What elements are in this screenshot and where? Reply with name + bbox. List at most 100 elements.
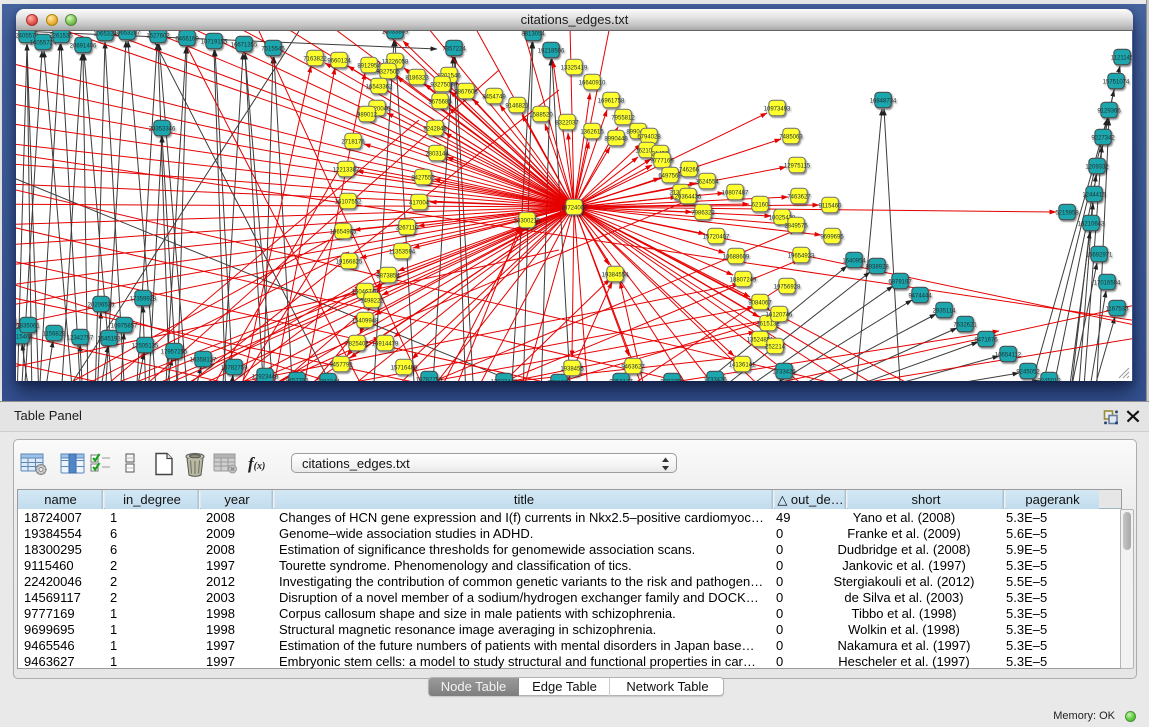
svg-text:20364436: 20364436: [675, 194, 702, 200]
svg-text:7825402: 7825402: [345, 341, 369, 347]
svg-text:1640954: 1640954: [842, 258, 866, 264]
svg-text:17016504: 17016504: [1094, 280, 1121, 286]
svg-text:1527602: 1527602: [146, 33, 170, 39]
svg-text:12505135: 12505135: [132, 343, 159, 349]
svg-text:9115460: 9115460: [819, 203, 843, 209]
svg-text:10782759: 10782759: [416, 377, 443, 381]
svg-text:1835061: 1835061: [16, 323, 40, 329]
svg-text:2849575: 2849575: [784, 223, 808, 229]
svg-text:14136141: 14136141: [729, 362, 756, 368]
svg-text:15716485: 15716485: [391, 365, 418, 371]
svg-text:2935114: 2935114: [933, 308, 957, 314]
svg-text:10654112: 10654112: [995, 352, 1022, 358]
svg-text:12213382: 12213382: [333, 167, 360, 173]
svg-text:23300215: 23300215: [514, 218, 541, 224]
svg-text:10782759: 10782759: [221, 365, 248, 371]
svg-text:7731234: 7731234: [547, 380, 571, 381]
svg-text:19166825: 19166825: [336, 259, 363, 265]
svg-text:8471676: 8471676: [974, 337, 998, 343]
svg-text:8938928: 8938928: [865, 264, 889, 270]
svg-text:3675685: 3675685: [428, 99, 452, 105]
svg-text:1156829: 1156829: [43, 331, 67, 337]
svg-text:19384554: 19384554: [602, 272, 629, 278]
svg-text:19654923: 19654923: [788, 253, 815, 259]
svg-text:11353594: 11353594: [389, 249, 416, 255]
svg-text:20206535: 20206535: [88, 302, 115, 308]
svg-text:9084067: 9084067: [748, 300, 772, 306]
svg-text:7163822: 7163822: [303, 56, 327, 62]
svg-text:19756928: 19756928: [774, 284, 801, 290]
svg-text:16914479: 16914479: [372, 341, 399, 347]
svg-text:62160: 62160: [752, 202, 769, 208]
svg-text:10358127: 10358127: [190, 357, 217, 363]
svg-text:1167533: 1167533: [1106, 306, 1130, 312]
svg-text:16848734: 16848734: [870, 98, 897, 104]
svg-text:15692971: 15692971: [1086, 252, 1113, 258]
svg-text:8186323: 8186323: [405, 75, 429, 81]
svg-text:6794028: 6794028: [637, 134, 661, 140]
svg-text:19654985: 19654985: [330, 229, 357, 235]
svg-text:2867608: 2867608: [454, 89, 478, 95]
svg-text:3624554: 3624554: [695, 179, 719, 185]
svg-text:16671355: 16671355: [231, 42, 258, 48]
svg-text:9146821: 9146821: [505, 103, 529, 109]
svg-text:7463627: 7463627: [787, 194, 811, 200]
svg-text:10719155: 10719155: [201, 39, 228, 45]
svg-text:7515545: 7515545: [261, 46, 285, 52]
svg-text:2261535: 2261535: [49, 33, 73, 39]
svg-text:15409948: 15409948: [352, 318, 379, 324]
svg-text:3915468: 3915468: [16, 334, 33, 340]
svg-text:1733426: 1733426: [703, 377, 727, 381]
svg-text:16107552: 16107552: [335, 199, 362, 205]
svg-text:8813054: 8813054: [521, 31, 545, 37]
svg-text:16033809: 16033809: [382, 31, 409, 35]
svg-text:417004: 417004: [409, 200, 430, 206]
svg-text:6497568: 6497568: [658, 173, 682, 179]
svg-text:1121145: 1121145: [1111, 55, 1132, 61]
svg-text:20353346: 20353346: [149, 126, 176, 132]
svg-text:10973493: 10973493: [764, 106, 791, 112]
svg-text:9129366: 9129366: [1097, 108, 1121, 114]
svg-text:12342757: 12342757: [67, 335, 94, 341]
svg-text:12923448: 12923448: [491, 379, 518, 381]
svg-text:12975115: 12975115: [784, 163, 811, 169]
svg-text:7632621: 7632621: [953, 322, 977, 328]
svg-text:12923448: 12923448: [252, 374, 279, 380]
svg-text:1733426: 1733426: [772, 369, 796, 375]
svg-text:9457791: 9457791: [329, 362, 353, 368]
svg-text:989012: 989012: [357, 112, 378, 118]
svg-text:9245012: 9245012: [1037, 378, 1061, 381]
svg-text:16640910: 16640910: [579, 80, 606, 86]
svg-text:1292344: 1292344: [316, 379, 340, 381]
svg-text:7357224: 7357224: [442, 46, 466, 52]
svg-text:9660124: 9660124: [327, 58, 351, 64]
svg-text:16961758: 16961758: [598, 98, 625, 104]
svg-text:9245052: 9245052: [1016, 369, 1040, 375]
svg-text:1209332: 1209332: [1085, 164, 1109, 170]
svg-text:1545193: 1545193: [97, 336, 121, 342]
svg-text:10975857: 10975857: [111, 323, 138, 329]
svg-text:7986322: 7986322: [691, 210, 715, 216]
svg-text:1362615: 1362615: [580, 129, 604, 135]
svg-text:19218506: 19218506: [538, 48, 565, 54]
svg-text:2803144: 2803144: [425, 151, 449, 157]
svg-text:9327508: 9327508: [430, 82, 454, 88]
svg-text:10688609: 10688609: [723, 254, 750, 260]
svg-text:15720407: 15720407: [703, 234, 730, 240]
svg-text:9474444: 9474444: [908, 293, 932, 299]
svg-text:9227342: 9227342: [1091, 135, 1115, 141]
svg-text:9777169: 9777169: [650, 158, 674, 164]
svg-text:252214: 252214: [765, 344, 786, 350]
svg-text:18807249: 18807249: [730, 277, 757, 283]
svg-text:9457791: 9457791: [285, 378, 309, 381]
svg-text:6466160: 6466160: [175, 36, 199, 42]
svg-text:8873854: 8873854: [376, 273, 400, 279]
svg-text:16120746: 16120746: [766, 312, 793, 318]
svg-text:3267110: 3267110: [396, 225, 420, 231]
svg-text:9242848: 9242848: [423, 126, 447, 132]
svg-text:17957255: 17957255: [161, 349, 188, 355]
svg-text:9358127: 9358127: [609, 379, 633, 381]
svg-text:8427552: 8427552: [411, 175, 435, 181]
svg-text:1244415: 1244415: [1082, 192, 1106, 198]
svg-text:10653287: 10653287: [114, 31, 141, 36]
